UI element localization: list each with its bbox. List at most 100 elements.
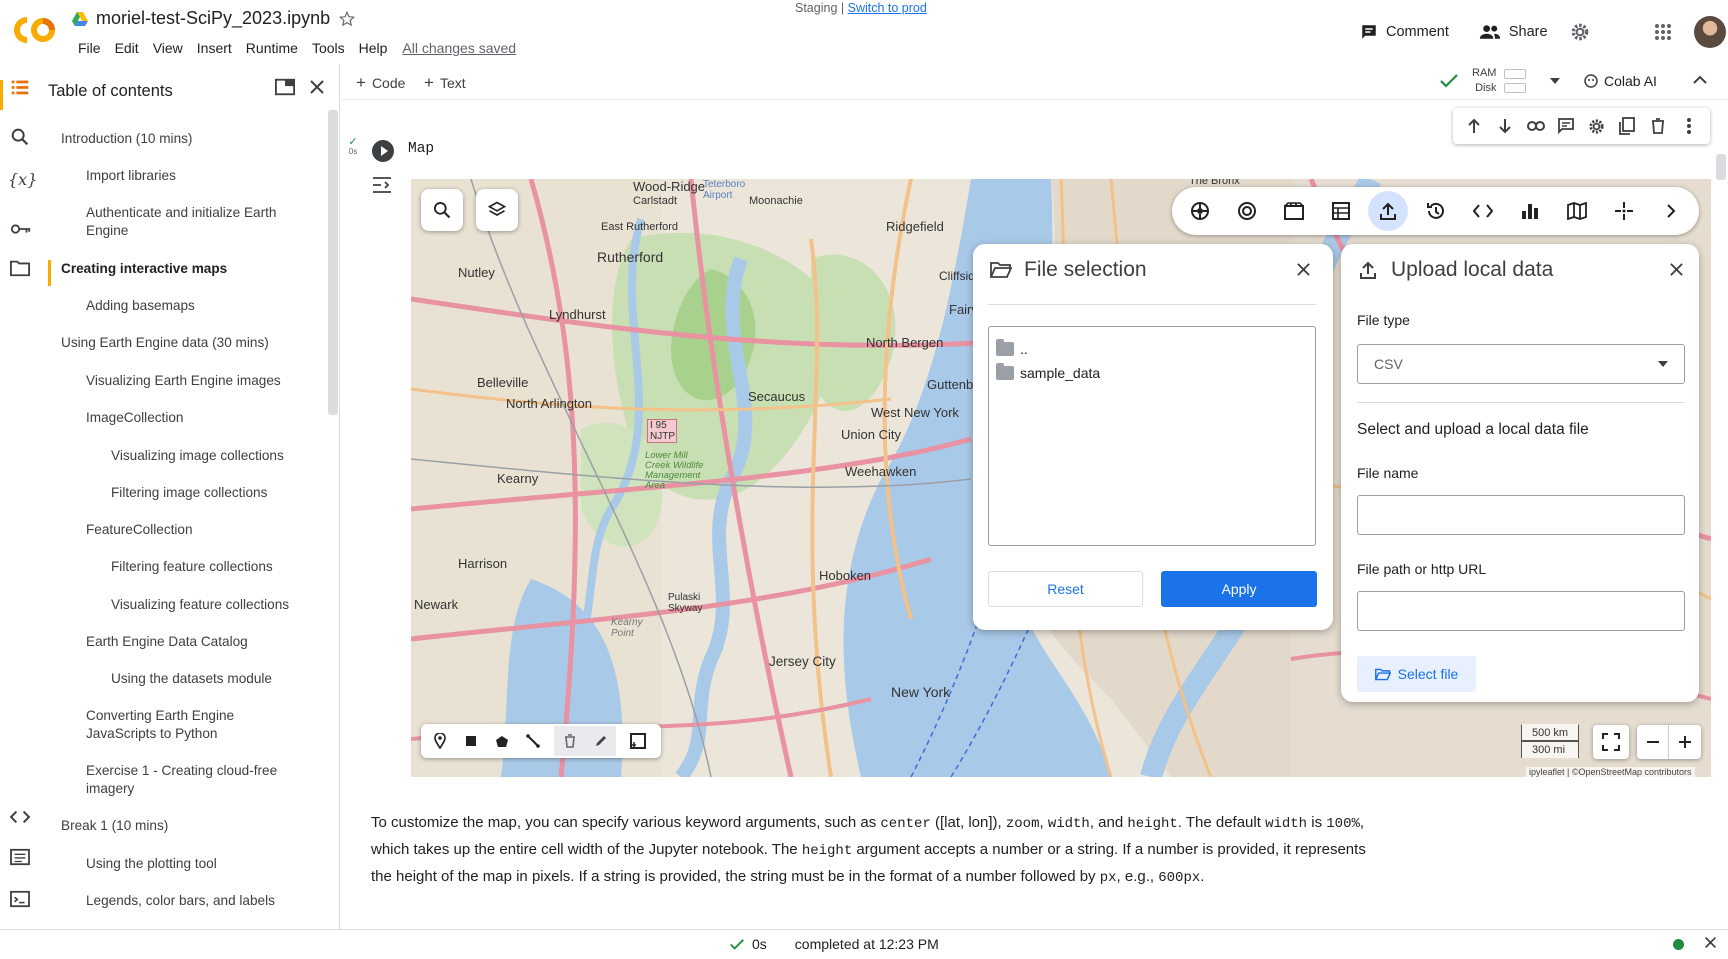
measure-icon[interactable]: [622, 726, 653, 756]
menu-help[interactable]: Help: [352, 40, 395, 56]
toc-list-icon[interactable]: [9, 76, 33, 100]
toc-item[interactable]: Earth Engine Data Catalog: [86, 633, 248, 651]
gear-icon[interactable]: [1570, 22, 1590, 42]
apply-button[interactable]: Apply: [1161, 571, 1317, 607]
list-item[interactable]: sample_data: [996, 363, 1100, 381]
menu-view[interactable]: View: [146, 40, 190, 56]
close-icon[interactable]: [1669, 262, 1684, 277]
close-icon[interactable]: [1704, 936, 1717, 949]
toc-item[interactable]: Introduction (10 mins): [61, 130, 192, 148]
open-in-tab-icon[interactable]: [275, 78, 295, 96]
toc-item[interactable]: Import libraries: [86, 167, 176, 185]
crosshair-icon[interactable]: [1601, 187, 1648, 235]
toc-item[interactable]: Visualizing Earth Engine images: [86, 372, 281, 390]
toc-item[interactable]: Break 1 (10 mins): [61, 817, 168, 835]
apps-grid-icon[interactable]: [1654, 23, 1672, 41]
map-search-button[interactable]: [421, 189, 463, 231]
link-icon[interactable]: [1520, 110, 1551, 142]
add-text-button[interactable]: + Text: [424, 73, 466, 93]
caret-down-icon[interactable]: [1550, 78, 1561, 84]
map-icon[interactable]: [1554, 187, 1601, 235]
toc-item[interactable]: Adding basemaps: [86, 297, 195, 315]
toc-item[interactable]: Using Earth Engine data (30 mins): [61, 334, 269, 352]
chevron-right-icon[interactable]: [1648, 187, 1695, 235]
comment-icon[interactable]: [1551, 110, 1582, 142]
variables-icon[interactable]: {x}: [8, 170, 37, 194]
edit-icon[interactable]: [585, 726, 616, 756]
mirror-cell-icon[interactable]: [1612, 110, 1643, 142]
execution-summary[interactable]: 0s completed at 12:23 PM: [730, 936, 939, 952]
toc-item[interactable]: Legends, color bars, and labels: [86, 892, 275, 910]
run-cell-button[interactable]: [372, 140, 394, 162]
save-status[interactable]: All changes saved: [402, 40, 516, 56]
close-icon[interactable]: [1296, 262, 1311, 277]
notebook-scrollbar[interactable]: [1716, 154, 1726, 180]
gear-icon[interactable]: [1582, 110, 1613, 142]
marker-icon[interactable]: [424, 726, 455, 756]
layers-button[interactable]: [476, 189, 518, 231]
basemap-icon[interactable]: [1176, 187, 1223, 235]
colab-ai-button[interactable]: Colab AI: [1584, 73, 1657, 89]
file-list[interactable]: .. sample_data: [988, 326, 1316, 546]
zoom-in-button[interactable]: [1669, 725, 1701, 759]
toc-item[interactable]: Exercise 1 - Creating cloud-free imagery: [86, 762, 286, 798]
map-attribution[interactable]: ipyleaflet | ©OpenStreetMap contributors: [1526, 767, 1695, 777]
list-item[interactable]: ..: [996, 339, 1028, 357]
file-type-select[interactable]: CSV: [1357, 344, 1685, 384]
rectangle-icon[interactable]: [455, 726, 486, 756]
toc-item[interactable]: Filtering image collections: [111, 484, 267, 502]
close-icon[interactable]: [309, 79, 325, 95]
add-code-button[interactable]: + Code: [356, 73, 405, 93]
menu-insert[interactable]: Insert: [190, 40, 239, 56]
resources-indicator[interactable]: RAM Disk: [1440, 66, 1561, 96]
menu-edit[interactable]: Edit: [108, 40, 146, 56]
inspector-icon[interactable]: [1223, 187, 1270, 235]
polyline-icon[interactable]: [517, 726, 548, 756]
toc-item[interactable]: Visualizing feature collections: [111, 596, 289, 614]
timelapse-icon[interactable]: [1270, 187, 1317, 235]
menu-file[interactable]: File: [71, 40, 108, 56]
reset-button[interactable]: Reset: [988, 571, 1143, 607]
toc-item[interactable]: ImageCollection: [86, 409, 183, 427]
trash-icon[interactable]: [1643, 110, 1674, 142]
code-snippets-icon[interactable]: [9, 808, 33, 832]
toc-scrollbar[interactable]: [328, 110, 338, 415]
menu-tools[interactable]: Tools: [305, 40, 352, 56]
file-name-input[interactable]: [1357, 495, 1685, 535]
polygon-icon[interactable]: [486, 726, 517, 756]
avatar[interactable]: [1693, 16, 1726, 48]
zoom-out-button[interactable]: [1637, 725, 1669, 759]
menu-runtime[interactable]: Runtime: [239, 40, 305, 56]
toc-item[interactable]: Using the plotting tool: [86, 855, 217, 873]
select-file-button[interactable]: Select file: [1357, 656, 1476, 692]
switch-to-prod-link[interactable]: Switch to prod: [848, 1, 927, 15]
output-actions-icon[interactable]: [372, 176, 392, 194]
command-palette-icon[interactable]: [9, 848, 33, 872]
trash-icon[interactable]: [554, 726, 585, 756]
chevron-up-icon[interactable]: [1692, 74, 1708, 86]
star-icon[interactable]: [338, 10, 356, 28]
bar-chart-icon[interactable]: [1506, 187, 1553, 235]
colab-logo-icon[interactable]: [12, 10, 58, 50]
terminal-icon[interactable]: [9, 890, 33, 914]
arrow-down-icon[interactable]: [1490, 110, 1521, 142]
key-icon[interactable]: [9, 218, 33, 242]
toc-item[interactable]: Converting Earth Engine JavaScripts to P…: [86, 707, 276, 743]
toc-item[interactable]: Using the datasets module: [111, 670, 272, 688]
toc-item[interactable]: Filtering feature collections: [111, 558, 273, 576]
file-path-input[interactable]: [1357, 591, 1685, 631]
upload-tool-button[interactable]: [1365, 187, 1412, 235]
toc-item[interactable]: Authenticate and initialize Earth Engine: [86, 204, 306, 240]
fullscreen-button[interactable]: [1593, 725, 1629, 759]
comment-button[interactable]: Comment: [1350, 17, 1459, 47]
arrow-up-icon[interactable]: [1459, 110, 1490, 142]
table-icon[interactable]: [1318, 187, 1365, 235]
search-icon[interactable]: [9, 126, 33, 150]
folder-icon[interactable]: [9, 258, 33, 282]
code-icon[interactable]: [1459, 187, 1506, 235]
notebook-name[interactable]: moriel-test-SciPy_2023.ipynb: [96, 8, 330, 29]
more-vert-icon[interactable]: [1673, 110, 1704, 142]
toc-item-active[interactable]: Creating interactive maps: [61, 260, 227, 278]
share-button[interactable]: Share: [1469, 17, 1558, 47]
toc-item[interactable]: Visualizing image collections: [111, 447, 284, 465]
